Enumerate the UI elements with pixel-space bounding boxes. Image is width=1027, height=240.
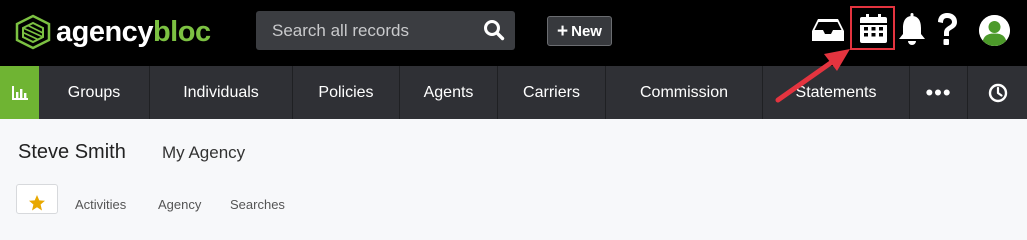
nav-agents[interactable]: Agents — [400, 66, 498, 119]
nav-policies[interactable]: Policies — [293, 66, 400, 119]
new-button[interactable]: + New — [547, 16, 612, 46]
calendar-icon[interactable] — [860, 14, 887, 43]
bar-chart-icon — [11, 85, 28, 100]
user-avatar-icon — [979, 15, 1010, 46]
nav-commission[interactable]: Commission — [606, 66, 763, 119]
nav-individuals[interactable]: Individuals — [150, 66, 293, 119]
clock-icon — [988, 83, 1007, 102]
nav-groups[interactable]: Groups — [39, 66, 150, 119]
nav-history[interactable] — [968, 66, 1027, 119]
top-header: agencybloc + New — [0, 0, 1027, 66]
bell-icon[interactable] — [897, 13, 927, 46]
nav-carriers[interactable]: Carriers — [498, 66, 606, 119]
record-agency[interactable]: My Agency — [162, 143, 245, 163]
nav-more-button[interactable]: ••• — [910, 66, 968, 119]
logo-text-white: agency — [56, 16, 153, 48]
logo-text-green: bloc — [152, 16, 211, 48]
logo[interactable]: agencybloc — [14, 14, 211, 50]
search-input[interactable] — [256, 11, 471, 50]
tab-activities[interactable]: Activities — [75, 197, 126, 212]
star-icon — [29, 195, 45, 211]
search-box — [256, 11, 515, 50]
new-button-label: New — [571, 22, 602, 40]
record-name: Steve Smith — [18, 141, 126, 163]
search-icon[interactable] — [483, 19, 505, 41]
logo-text: agencybloc — [56, 14, 211, 50]
nav-dashboard[interactable] — [0, 66, 39, 119]
tab-searches[interactable]: Searches — [230, 197, 285, 212]
logo-cube-icon — [15, 14, 51, 50]
tab-agency[interactable]: Agency — [158, 197, 201, 212]
main-nav: Groups Individuals Policies Agents Carri… — [0, 66, 1027, 119]
avatar[interactable] — [979, 15, 1010, 46]
annotation-arrow — [775, 49, 850, 103]
plus-icon: + — [557, 20, 569, 42]
favorite-button[interactable] — [16, 184, 58, 214]
help-icon[interactable] — [933, 12, 961, 48]
